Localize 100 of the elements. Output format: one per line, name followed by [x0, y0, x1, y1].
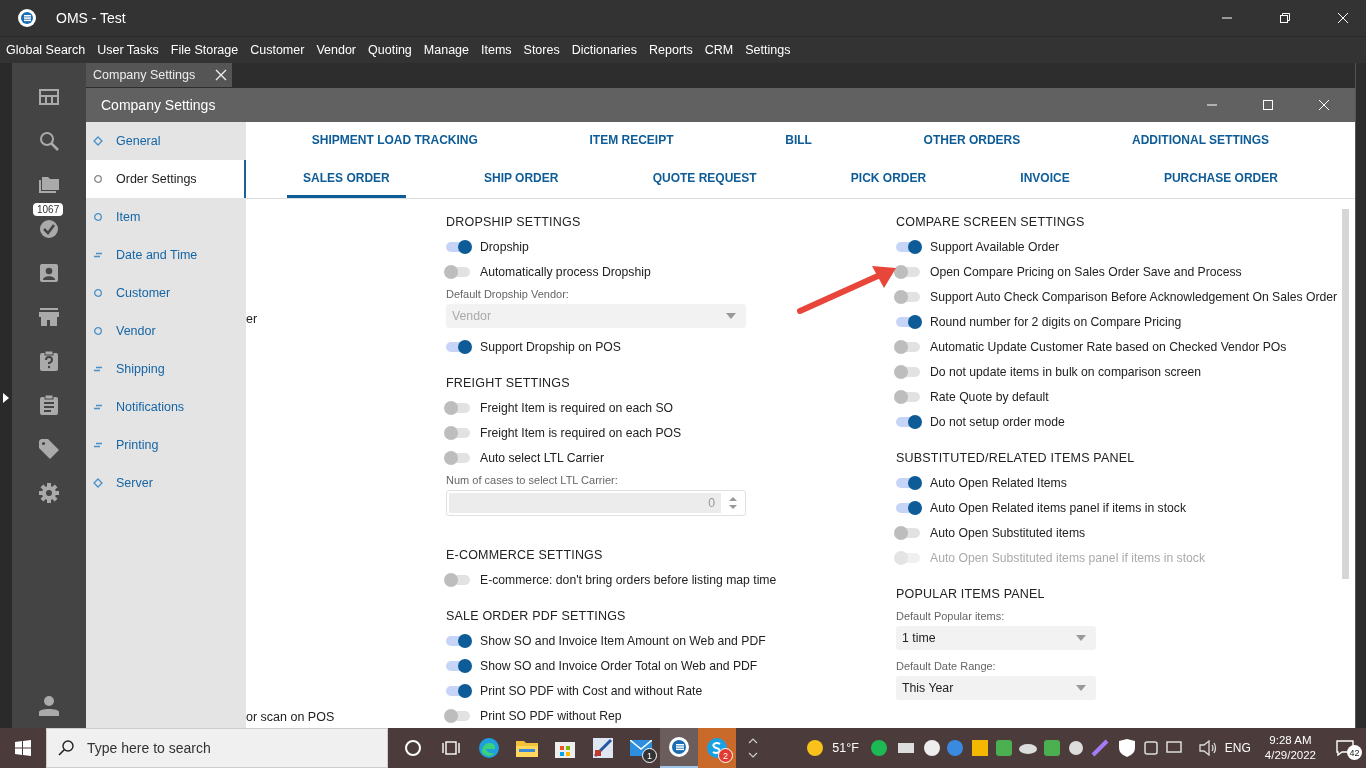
- clock-time[interactable]: 9:28 AM: [1269, 733, 1312, 748]
- caret-icon: [726, 313, 736, 319]
- tab[interactable]: ADDITIONAL SETTINGS: [1115, 122, 1286, 160]
- tab[interactable]: PURCHASE ORDER: [1147, 160, 1294, 198]
- close-icon[interactable]: [215, 69, 227, 81]
- lines-icon: [93, 364, 103, 374]
- field-label: Default Date Range:: [896, 659, 997, 674]
- tab[interactable]: SHIPMENT LOAD TRACKING: [295, 122, 494, 160]
- toggle-label: Auto Open Substituted items: [930, 525, 1086, 540]
- toggle-switch[interactable]: [446, 574, 470, 585]
- menu-item[interactable]: Global Search: [6, 43, 86, 57]
- menu-item[interactable]: Customer: [250, 43, 305, 57]
- menu-item[interactable]: CRM: [704, 43, 734, 57]
- toggle-switch[interactable]: [446, 635, 470, 646]
- clipboard-icon[interactable]: [40, 395, 58, 415]
- dropdown[interactable]: This Year: [896, 676, 1096, 700]
- dashboard-icon[interactable]: [39, 89, 59, 105]
- nav-item[interactable]: General: [86, 122, 246, 160]
- toggle-label: Print SO PDF with Cost and without Rate: [480, 683, 703, 698]
- toggle-switch[interactable]: [896, 502, 920, 513]
- notification-count: 42: [1347, 745, 1362, 760]
- toggle-switch[interactable]: [446, 427, 470, 438]
- sun-icon[interactable]: [806, 739, 825, 757]
- toggle-switch[interactable]: [446, 266, 470, 277]
- toggle-switch[interactable]: [896, 291, 920, 302]
- tab[interactable]: BILL: [769, 122, 828, 160]
- menu-item[interactable]: User Tasks: [97, 43, 159, 57]
- tab[interactable]: PICK ORDER: [834, 160, 943, 198]
- menu-item[interactable]: Vendor: [316, 43, 357, 57]
- toggle-switch[interactable]: [896, 266, 920, 277]
- toggle-switch[interactable]: [446, 241, 470, 252]
- diamond-icon: [93, 478, 103, 488]
- contact-card-icon[interactable]: [40, 264, 58, 282]
- search-icon[interactable]: [39, 131, 59, 151]
- menu-item[interactable]: Quoting: [368, 43, 412, 57]
- maximize-icon[interactable]: [1262, 99, 1274, 111]
- circle-icon: [93, 212, 103, 222]
- check-circle-icon[interactable]: [39, 219, 59, 239]
- menu-item[interactable]: Stores: [523, 43, 560, 57]
- toggle-label: Freight Item is required on each POS: [480, 425, 682, 440]
- tab[interactable]: SHIP ORDER: [467, 160, 575, 198]
- store-icon[interactable]: [39, 308, 59, 326]
- taskbar-app-button[interactable]: [660, 728, 698, 768]
- expand-icon[interactable]: [3, 392, 9, 403]
- toggle-switch[interactable]: [896, 341, 920, 352]
- section-heading: FREIGHT SETTINGS: [446, 375, 571, 392]
- toggle-switch[interactable]: [446, 685, 470, 696]
- menu-item[interactable]: File Storage: [170, 43, 239, 57]
- taskbar-app-button[interactable]: 1: [622, 728, 660, 768]
- toggle-switch[interactable]: [896, 527, 920, 538]
- tab[interactable]: OTHER ORDERS: [907, 122, 1037, 160]
- scrollbar-thumb[interactable]: [1342, 209, 1349, 579]
- toggle-switch[interactable]: [896, 316, 920, 327]
- toggle-switch[interactable]: [896, 391, 920, 402]
- nav-item[interactable]: Printing: [86, 426, 246, 464]
- toggle-switch[interactable]: [446, 402, 470, 413]
- toggle-switch[interactable]: [896, 416, 920, 427]
- menu-item[interactable]: Dictionaries: [571, 43, 637, 57]
- toggle-switch[interactable]: [446, 660, 470, 671]
- toggle-switch[interactable]: [446, 341, 470, 352]
- toggle-switch[interactable]: [446, 452, 470, 463]
- menu-item[interactable]: Settings: [745, 43, 791, 57]
- nav-item[interactable]: Notifications: [86, 388, 246, 426]
- lines-icon: [93, 250, 103, 260]
- tab[interactable]: INVOICE: [1004, 160, 1086, 198]
- tab[interactable]: QUOTE REQUEST: [636, 160, 773, 198]
- menu-item[interactable]: Reports: [649, 43, 693, 57]
- clipboard-question-icon[interactable]: [40, 351, 58, 371]
- toggle-label: Freight Item is required on each SO: [480, 400, 674, 415]
- field-label: Num of cases to select LTL Carrier:: [446, 473, 619, 488]
- nav-item[interactable]: Item: [86, 198, 246, 236]
- weather-text[interactable]: 51°F: [832, 741, 859, 755]
- count-badge: 1067: [33, 203, 64, 216]
- settings-icon[interactable]: [39, 483, 59, 503]
- language-indicator[interactable]: ENG: [1224, 741, 1251, 755]
- tag-icon[interactable]: [39, 439, 59, 459]
- toggle-label: Automatically process Dropship: [480, 264, 651, 279]
- toggle-switch[interactable]: [896, 241, 920, 252]
- volume-icon[interactable]: [1198, 740, 1217, 756]
- nav-item[interactable]: Customer: [86, 274, 246, 312]
- document-tab[interactable]: Company Settings: [86, 63, 232, 87]
- folder-icon[interactable]: [39, 177, 59, 193]
- user-icon[interactable]: [39, 696, 59, 716]
- nav-item[interactable]: Vendor: [86, 312, 246, 350]
- tab[interactable]: ITEM RECEIPT: [573, 122, 690, 160]
- menu-item[interactable]: Items: [481, 43, 512, 57]
- taskbar-app-button[interactable]: 2: [698, 728, 736, 768]
- restore-icon[interactable]: [1279, 12, 1291, 24]
- toggle-switch[interactable]: [896, 366, 920, 377]
- dropdown[interactable]: 1 time: [896, 626, 1096, 650]
- toggle-switch[interactable]: [446, 710, 470, 721]
- nav-item[interactable]: Order Settings: [86, 160, 246, 198]
- nav-item[interactable]: Shipping: [86, 350, 246, 388]
- search-field[interactable]: Type here to search: [46, 728, 388, 768]
- tab[interactable]: SALES ORDER: [287, 160, 406, 198]
- menu-item[interactable]: Manage: [423, 43, 469, 57]
- clock-date[interactable]: 4/29/2022: [1264, 748, 1316, 763]
- nav-item[interactable]: Server: [86, 464, 246, 502]
- nav-item[interactable]: Date and Time: [86, 236, 246, 274]
- toggle-switch[interactable]: [896, 477, 920, 488]
